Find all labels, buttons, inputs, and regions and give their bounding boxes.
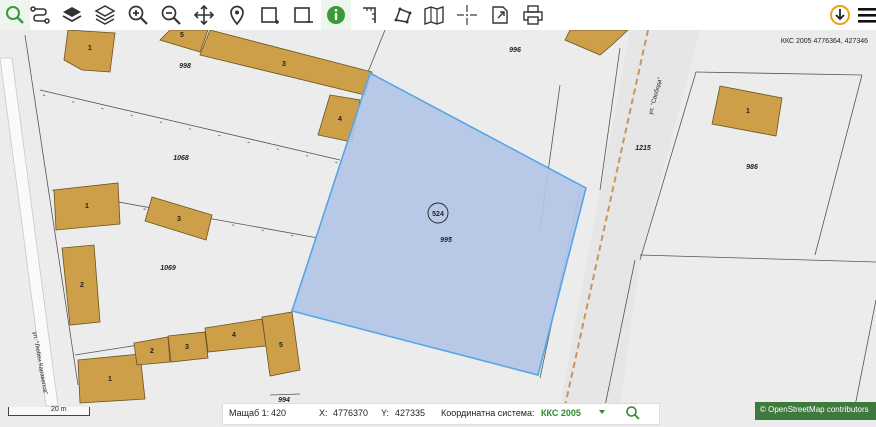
- parcel-label: 996: [509, 47, 521, 54]
- map-tool-button[interactable]: [419, 0, 449, 30]
- building-label: 4: [338, 116, 342, 123]
- layers-stack-icon: [94, 5, 116, 25]
- coordinate-system-select[interactable]: ККС 2005: [541, 408, 581, 418]
- measure-length-icon: [363, 7, 376, 23]
- coordinates-tool-button[interactable]: [452, 0, 482, 30]
- info-icon: [327, 6, 345, 24]
- zoom-in-tool-button[interactable]: [123, 0, 153, 30]
- pan-icon: [193, 4, 215, 26]
- building-label: 1: [88, 45, 92, 52]
- selected-parcel-id: 524: [432, 211, 444, 218]
- attribution: © OpenStreetMap contributors: [755, 402, 876, 420]
- chevron-down-icon[interactable]: [597, 406, 607, 420]
- measure-length-tool-button[interactable]: [355, 0, 385, 30]
- route-icon: [30, 6, 50, 24]
- select-rect-minus-tool-button[interactable]: [288, 0, 318, 30]
- info-tool-button[interactable]: [321, 0, 351, 30]
- layers-stack-tool-button[interactable]: [90, 0, 120, 30]
- menu-tool-button[interactable]: [852, 0, 876, 30]
- download-icon: [830, 5, 850, 25]
- parcel-label: 998: [179, 63, 191, 70]
- coordinate-system-label: Координатна система:: [441, 408, 535, 418]
- scale-bar-label: 20 m: [51, 406, 67, 413]
- scale-label: Мащаб 1:: [229, 408, 270, 418]
- building-label: 3: [185, 344, 189, 351]
- y-value: 427335: [395, 408, 426, 418]
- select-rect-tool-button[interactable]: [255, 0, 285, 30]
- x-value: 4776370: [333, 408, 369, 418]
- building-label: 1: [108, 376, 112, 383]
- rectangle-deselect-icon: [294, 7, 313, 23]
- scale-value[interactable]: 420: [271, 408, 286, 418]
- measure-area-tool-button[interactable]: [388, 0, 418, 30]
- measure-area-icon: [394, 7, 412, 24]
- layers-icon: [62, 7, 82, 23]
- building-label: 5: [279, 342, 283, 349]
- attribution-text: © OpenStreetMap contributors: [760, 405, 869, 414]
- parcel-label: 986: [746, 164, 758, 171]
- hamburger-menu-icon: [858, 8, 876, 23]
- parcel-label: 1215: [635, 145, 651, 152]
- scale-bar: 20 m: [8, 406, 90, 416]
- zoom-in-icon: [128, 5, 148, 25]
- export-icon: [492, 6, 508, 24]
- print-tool-button[interactable]: [518, 0, 548, 30]
- map-canvas[interactable]: 524 995 998 996 1068 1215 986 995 1069 9…: [0, 30, 876, 427]
- y-label: Y:: [381, 408, 390, 418]
- building-label: 3: [282, 61, 286, 68]
- location-pin-icon: [230, 5, 244, 26]
- building-label: 3: [177, 216, 181, 223]
- building-label: 1: [746, 108, 750, 115]
- search-icon[interactable]: [625, 405, 641, 423]
- building-label: 5: [180, 32, 184, 39]
- selected-parcel-number: 995: [440, 237, 452, 244]
- download-tool-button[interactable]: [825, 0, 855, 30]
- print-icon: [523, 5, 543, 25]
- zoom-out-tool-button[interactable]: [156, 0, 186, 30]
- x-label: X:: [319, 408, 328, 418]
- status-bar: Мащаб 1: 420 X: 4776370 Y: 427335 Коорди…: [222, 403, 660, 425]
- crosshair-icon: [457, 5, 477, 25]
- building-label: 4: [232, 332, 236, 339]
- building-label: 1: [85, 203, 89, 210]
- parcel-label: 1068: [173, 155, 189, 162]
- toolbar: [0, 0, 876, 31]
- route-tool-button[interactable]: [25, 0, 55, 30]
- rectangle-select-icon: [261, 7, 279, 24]
- parcel-label: 1069: [160, 265, 176, 272]
- building-label: 2: [80, 282, 84, 289]
- coordinate-display: ККС 2005 4776364, 427346: [780, 38, 868, 45]
- map-icon: [424, 6, 444, 25]
- location-tool-button[interactable]: [222, 0, 252, 30]
- magnifier-icon: [6, 6, 24, 24]
- layers-tool-button[interactable]: [57, 0, 87, 30]
- zoom-out-icon: [161, 5, 181, 25]
- pan-tool-button[interactable]: [189, 0, 219, 30]
- building-label: 2: [150, 348, 154, 355]
- export-tool-button[interactable]: [485, 0, 515, 30]
